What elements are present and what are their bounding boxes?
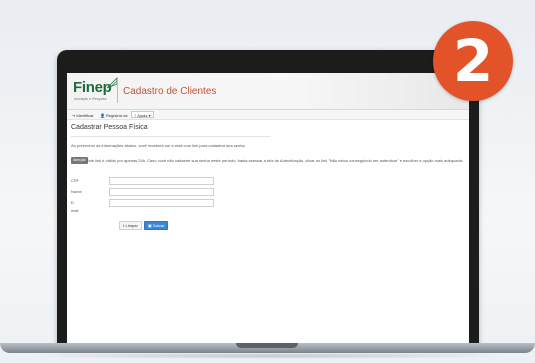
cpf-field[interactable] — [109, 177, 214, 185]
email-label: E-mail — [71, 200, 79, 213]
app-title: Cadastro de Clientes — [123, 86, 217, 97]
laptop-shadow — [20, 353, 515, 359]
laptop-notch — [236, 343, 298, 348]
toolbar: ➜Identificar 👤Registrar-se ?Ajuda ▾ — [67, 110, 469, 120]
email-field[interactable] — [109, 199, 214, 207]
login-icon: ➜ — [72, 113, 76, 118]
name-field[interactable] — [109, 188, 214, 196]
help-icon: ? — [134, 113, 137, 118]
laptop-screen: Finep Inovação e Pesquisa Cadastro de Cl… — [67, 73, 469, 343]
clear-label: Limpar — [125, 223, 138, 228]
save-button[interactable]: ▣ Salvar — [144, 221, 169, 230]
app-header: Finep Inovação e Pesquisa Cadastro de Cl… — [67, 73, 469, 110]
finep-logo: Finep Inovação e Pesquisa — [73, 77, 121, 105]
logo-subtext: Inovação e Pesquisa — [74, 97, 107, 101]
save-icon: ▣ — [148, 223, 152, 228]
register-button[interactable]: 👤Registrar-se — [97, 111, 131, 118]
user-add-icon: 👤 — [100, 113, 105, 118]
eraser-icon: ▪ — [123, 223, 125, 228]
help-label: Ajuda — [137, 113, 148, 118]
step-number: 2 — [452, 27, 494, 95]
register-label: Registrar-se — [105, 113, 128, 118]
save-label: Salvar — [152, 223, 165, 228]
header-divider — [117, 79, 118, 103]
title-divider — [71, 136, 271, 137]
chevron-down-icon: ▾ — [148, 113, 151, 118]
name-label: Nome — [71, 189, 82, 194]
cpf-label: CPF — [71, 178, 79, 183]
notice-text: Este link é válido por apenas 24h. Caso … — [86, 158, 464, 163]
clear-button[interactable]: ▪ Limpar — [119, 221, 142, 230]
intro-text: Ao preencher as informações abaixo, você… — [71, 143, 246, 148]
identify-label: Identificar — [76, 113, 94, 118]
identify-button[interactable]: ➜Identificar — [69, 111, 97, 118]
page-title: Cadastrar Pessoa Física — [71, 124, 148, 131]
help-menu-button[interactable]: ?Ajuda ▾ — [131, 111, 154, 118]
step-number-badge: 2 — [433, 21, 513, 101]
